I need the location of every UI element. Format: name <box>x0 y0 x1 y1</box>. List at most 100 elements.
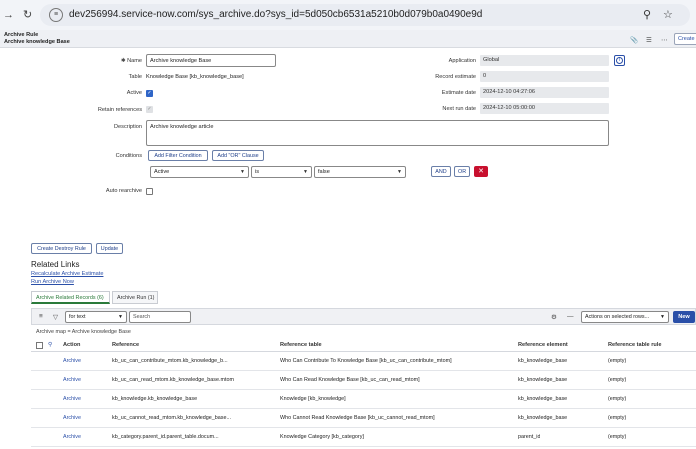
minus-icon[interactable]: — <box>567 313 574 320</box>
reference-table-cell: Who Can Contribute To Knowledge Base [kb… <box>280 358 452 364</box>
table-row: Archive kb_uc_can_read_mtom.kb_knowledge… <box>31 371 696 390</box>
column-header-action[interactable]: Action <box>63 342 80 348</box>
active-checkbox[interactable]: ✓ <box>146 90 153 97</box>
tab-archive-related-records[interactable]: Archive Related Records (6) <box>31 291 110 304</box>
url-text[interactable]: dev256994.service-now.com/sys_archive.do… <box>69 9 482 20</box>
search-input[interactable]: Search <box>129 311 191 323</box>
tab-archive-run[interactable]: Archive Run (1) <box>112 291 158 304</box>
reference-table-rule-cell: (empty) <box>608 415 627 421</box>
search-field-value: for text <box>69 314 86 320</box>
sliders-icon[interactable]: ☰ <box>646 36 652 44</box>
reference-table-cell: Who Can Read Knowledge Base [kb_uc_can_r… <box>280 377 420 383</box>
condition-operator-select[interactable]: is ▼ <box>251 166 312 178</box>
create-button[interactable]: Create <box>674 33 696 45</box>
and-button[interactable]: AND <box>431 166 451 177</box>
action-cell[interactable]: Archive <box>63 415 81 421</box>
condition-operator-value: is <box>255 169 260 175</box>
description-label: Description <box>114 124 142 130</box>
delete-condition-button[interactable]: ✕ <box>474 166 488 177</box>
name-field[interactable]: Archive knowledge Base <box>146 54 276 67</box>
action-cell[interactable]: Archive <box>63 377 81 383</box>
star-icon[interactable]: ☆ <box>663 8 673 21</box>
description-field[interactable]: Archive knowledge article <box>146 120 609 146</box>
create-destroy-rule-button[interactable]: Create Destroy Rule <box>31 243 92 254</box>
table-row: Archive kb_uc_cannot_read_mtom.kb_knowle… <box>31 409 696 428</box>
action-cell[interactable]: Archive <box>63 396 81 402</box>
estimate-date-label: Estimate date <box>441 90 476 96</box>
add-or-clause-button[interactable]: Add "OR" Clause <box>212 150 264 161</box>
chevron-down-icon: ▼ <box>303 169 308 175</box>
next-run-date-label: Next run date <box>442 106 476 112</box>
address-bar[interactable]: ≡ dev256994.service-now.com/sys_archive.… <box>40 4 690 26</box>
record-estimate-label: Record estimate <box>435 74 476 80</box>
ellipsis-icon[interactable]: ⋯ <box>661 36 668 44</box>
column-header-reference-element[interactable]: Reference element <box>518 342 568 348</box>
estimate-date-value: 2024-12-10 04:27:06 <box>480 87 609 98</box>
funnel-icon[interactable]: ▽ <box>53 313 58 321</box>
actions-on-selected-rows-select[interactable]: Actions on selected rows... ▼ <box>581 311 669 323</box>
table-row: Archive kb_uc_can_contribute_mtom.kb_kno… <box>31 352 696 371</box>
record-title: Archive knowledge Base <box>4 39 70 45</box>
record-estimate-value: 0 <box>480 71 609 82</box>
reference-table-rule-cell: (empty) <box>608 396 627 402</box>
chevron-down-icon: ▼ <box>118 314 123 320</box>
reference-table-rule-cell: (empty) <box>608 358 627 364</box>
select-all-checkbox[interactable] <box>36 342 43 349</box>
name-label: ✱ Name <box>120 58 142 64</box>
search-icon[interactable]: ⚲ <box>48 342 52 348</box>
table-row: Archive kb_knowledge.kb_knowledge_base K… <box>31 390 696 409</box>
reference-table-rule-cell: (empty) <box>608 377 627 383</box>
column-header-reference-table[interactable]: Reference table <box>280 342 322 348</box>
reference-cell: kb_knowledge.kb_knowledge_base <box>112 396 198 402</box>
search-field-select[interactable]: for text ▼ <box>65 311 127 323</box>
chevron-down-icon: ▼ <box>397 169 402 175</box>
close-icon: ✕ <box>478 168 484 175</box>
record-type: Archive Rule <box>4 32 39 38</box>
mandatory-icon: ✱ <box>120 58 126 64</box>
retain-references-label: Retain references <box>97 107 142 113</box>
site-info-icon[interactable]: ≡ <box>49 8 63 22</box>
reference-element-cell: kb_knowledge_base <box>518 358 568 364</box>
auto-rearchive-checkbox[interactable] <box>146 188 153 195</box>
action-cell[interactable]: Archive <box>63 358 81 364</box>
active-label: Active <box>126 90 142 96</box>
or-button[interactable]: OR <box>454 166 470 177</box>
reference-cell: kb_category.parent_id.parent_table.docum… <box>112 434 219 440</box>
chevron-down-icon: ▼ <box>240 169 245 175</box>
action-cell[interactable]: Archive <box>63 434 81 440</box>
application-value: Global <box>480 55 609 66</box>
paperclip-icon[interactable]: 📎 <box>630 36 638 44</box>
zoom-icon[interactable]: ⚲ <box>643 8 651 21</box>
condition-field-select[interactable]: Active ▼ <box>150 166 249 178</box>
hamburger-icon[interactable]: ≡ <box>39 313 43 320</box>
chevron-down-icon: ▼ <box>660 314 665 320</box>
list-toolbar: ≡ ▽ for text ▼ Search ⚙ — Actions on sel… <box>31 308 696 325</box>
reload-icon[interactable]: ↻ <box>23 8 32 22</box>
reference-table-cell: Knowledge [kb_knowledge] <box>280 396 346 402</box>
new-button[interactable]: New <box>673 311 695 323</box>
arrow-left-icon[interactable]: → <box>3 8 14 22</box>
breadcrumb[interactable]: Archive map = Archive knowledge Base <box>36 329 131 335</box>
table-label: Table <box>128 74 142 80</box>
reference-cell: kb_uc_can_read_mtom.kb_knowledge_base.mt… <box>112 377 234 383</box>
run-archive-now-link[interactable]: Run Archive Now <box>31 279 74 285</box>
related-links-title: Related Links <box>31 260 80 269</box>
condition-value-select[interactable]: false ▼ <box>314 166 406 178</box>
condition-value: false <box>318 169 330 175</box>
form-header: Archive Rule Archive knowledge Base 📎 ☰ … <box>0 30 696 48</box>
add-filter-condition-button[interactable]: Add Filter Condition <box>148 150 208 161</box>
gear-icon[interactable]: ⚙ <box>551 313 557 321</box>
table-value: Knowledge Base [kb_knowledge_base] <box>146 74 244 80</box>
condition-field-value: Active <box>154 169 170 175</box>
column-header-reference[interactable]: Reference <box>112 342 139 348</box>
actions-select-value: Actions on selected rows... <box>585 314 650 320</box>
reference-element-cell: parent_id <box>518 434 541 440</box>
recalculate-archive-estimate-link[interactable]: Recalculate Archive Estimate <box>31 271 103 277</box>
reference-cell: kb_uc_cannot_read_mtom.kb_knowledge_base… <box>112 415 231 421</box>
table-row: Archive kb_category.parent_id.parent_tab… <box>31 428 696 447</box>
info-icon[interactable]: i <box>614 55 625 66</box>
reference-table-rule-cell: (empty) <box>608 434 627 440</box>
update-button[interactable]: Update <box>96 243 123 254</box>
reference-element-cell: kb_knowledge_base <box>518 377 568 383</box>
column-header-reference-table-rule[interactable]: Reference table rule <box>608 342 661 348</box>
